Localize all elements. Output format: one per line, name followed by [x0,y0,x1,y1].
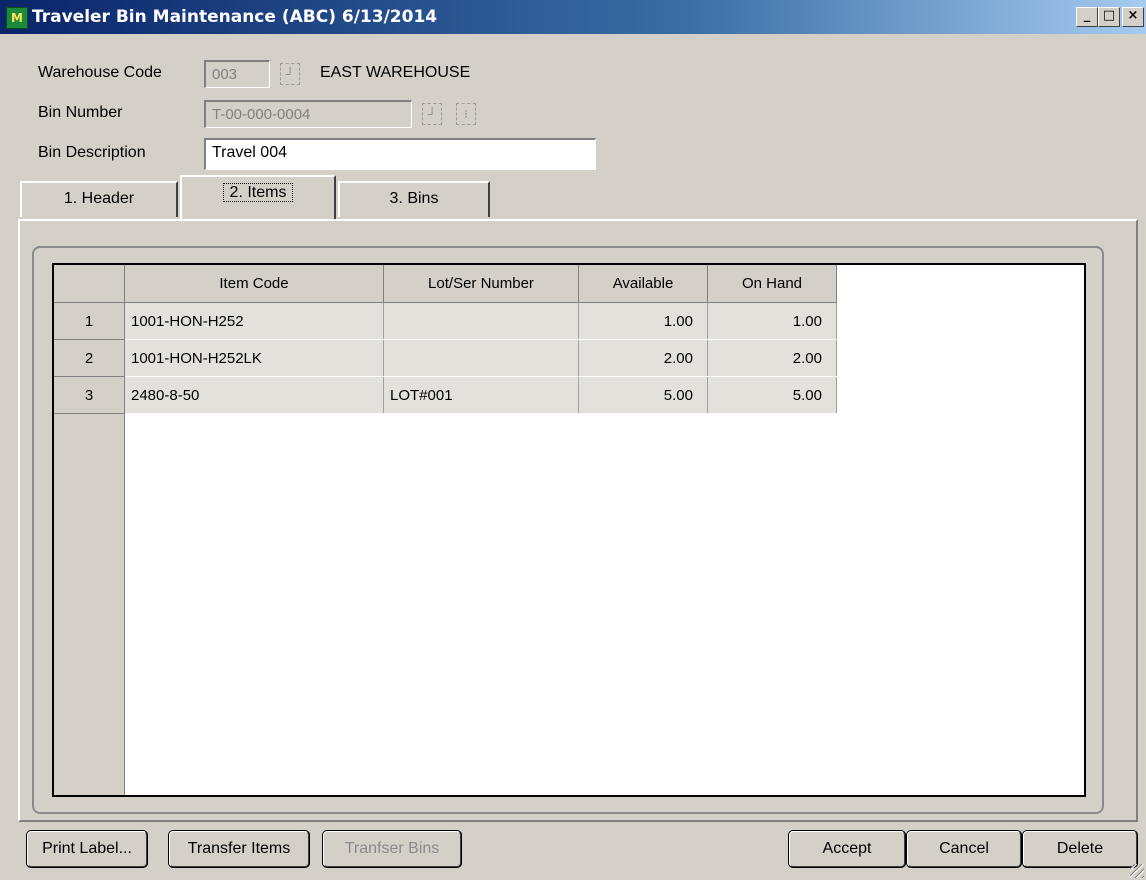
items-grid[interactable]: Item Code Lot/Ser Number Available On Ha… [52,263,1086,797]
transfer-items-button[interactable]: Transfer Items [168,830,310,868]
bin-description-label: Bin Description [38,144,146,161]
warehouse-lookup-icon[interactable]: ┘ [280,63,300,85]
on-hand-cell[interactable]: 1.00 [707,302,837,340]
window-title: Traveler Bin Maintenance (ABC) 6/13/2014 [32,7,438,27]
available-cell[interactable]: 1.00 [578,302,708,340]
print-label-button[interactable]: Print Label... [26,830,148,868]
maximize-button[interactable]: □ [1098,7,1120,27]
warehouse-name: EAST WAREHOUSE [320,64,471,81]
row-header-strip [54,414,125,795]
cancel-button[interactable]: Cancel [906,830,1022,868]
close-button[interactable]: × [1122,7,1144,27]
item-code-cell[interactable]: 1001-HON-H252LK [124,339,384,377]
row-number[interactable]: 1 [54,302,125,340]
lot-cell[interactable]: LOT#001 [383,376,579,414]
transfer-bins-button[interactable]: Tranfser Bins [322,830,462,868]
minimize-button[interactable]: _ [1076,7,1098,27]
delete-button[interactable]: Delete [1022,830,1138,868]
title-bar[interactable]: M Traveler Bin Maintenance (ABC) 6/13/20… [0,0,1146,34]
row-number[interactable]: 3 [54,376,125,414]
grid-corner [54,265,125,303]
table-row[interactable]: 2 1001-HON-H252LK 2.00 2.00 [54,339,837,377]
tab-bins[interactable]: 3. Bins [338,181,490,217]
column-header-available[interactable]: Available [578,265,708,303]
tab-header[interactable]: 1. Header [20,181,178,217]
table-row[interactable]: 3 2480-8-50 LOT#001 5.00 5.00 [54,376,837,414]
app-icon: M [6,7,28,29]
item-code-cell[interactable]: 2480-8-50 [124,376,384,414]
warehouse-code-label: Warehouse Code [38,64,162,81]
row-number[interactable]: 2 [54,339,125,377]
bin-number-label: Bin Number [38,104,123,121]
lot-cell[interactable] [383,302,579,340]
accept-button[interactable]: Accept [788,830,906,868]
table-row[interactable]: 1 1001-HON-H252 1.00 1.00 [54,302,837,340]
column-header-item-code[interactable]: Item Code [124,265,384,303]
column-header-on-hand[interactable]: On Hand [707,265,837,303]
tab-items[interactable]: 2. Items [180,175,336,219]
warehouse-code-field[interactable]: 003 [204,60,270,88]
lot-cell[interactable] [383,339,579,377]
column-header-lot-ser-number[interactable]: Lot/Ser Number [383,265,579,303]
bin-number-field[interactable]: T-00-000-0004 [204,100,412,128]
on-hand-cell[interactable]: 2.00 [707,339,837,377]
on-hand-cell[interactable]: 5.00 [707,376,837,414]
available-cell[interactable]: 2.00 [578,339,708,377]
available-cell[interactable]: 5.00 [578,376,708,414]
resize-grip-icon[interactable] [1130,864,1144,878]
bin-next-icon[interactable]: ⁝ [456,103,476,125]
bin-description-input[interactable]: Travel 004 [204,138,596,170]
item-code-cell[interactable]: 1001-HON-H252 [124,302,384,340]
bin-lookup-icon[interactable]: ┘ [422,103,442,125]
